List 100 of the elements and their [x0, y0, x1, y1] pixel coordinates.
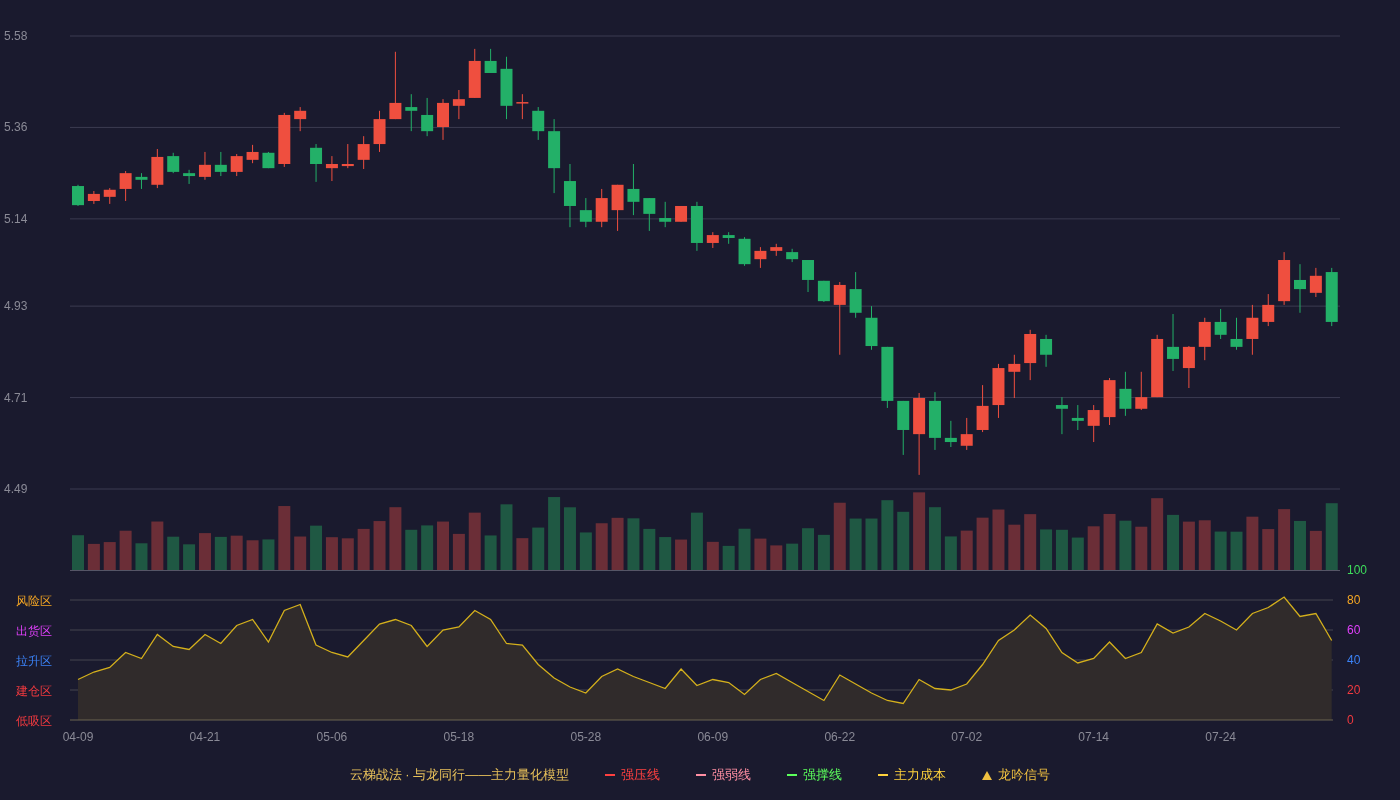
- axis-label: 4.71: [4, 390, 28, 405]
- volume-bar: [373, 521, 386, 570]
- axis-label: 4.49: [4, 482, 28, 496]
- legend-title: 云梯战法 · 与龙同行——主力量化模型: [349, 766, 570, 784]
- candlestick: [1294, 263, 1306, 314]
- axis-label: 06-22: [824, 730, 856, 744]
- candlestick: [738, 236, 751, 267]
- candlestick: [278, 112, 291, 168]
- candlestick: [1214, 308, 1227, 340]
- axis-label: 60: [1347, 623, 1361, 637]
- volume-bar: [135, 543, 148, 570]
- volume-bar: [579, 532, 592, 570]
- candlestick: [1325, 267, 1338, 327]
- candlestick: [1151, 334, 1164, 398]
- candlestick: [103, 187, 116, 205]
- volume-bar: [770, 545, 783, 570]
- volume-bar: [817, 534, 830, 570]
- volume-bar: [659, 537, 672, 570]
- candlestick: [198, 151, 211, 181]
- candlestick: [1119, 371, 1132, 417]
- volume-bar: [1182, 521, 1195, 570]
- zone-label: 建仓区: [16, 684, 52, 698]
- zone-label: 出货区: [16, 624, 52, 638]
- volume-bar: [230, 535, 243, 570]
- candlestick: [405, 93, 418, 132]
- zone-label: 拉升区: [16, 654, 52, 668]
- candlestick: [1135, 371, 1148, 411]
- volume-bar: [294, 536, 307, 570]
- candlestick: [1198, 317, 1211, 361]
- volume-bar: [738, 528, 751, 570]
- candlestick: [849, 271, 862, 319]
- candlestick: [230, 153, 243, 177]
- volume-bar: [484, 535, 497, 570]
- candlestick: [579, 197, 592, 228]
- volume-bar: [849, 518, 862, 570]
- volume-bar: [1198, 520, 1211, 570]
- candlestick: [1055, 396, 1068, 435]
- candlestick: [389, 51, 402, 120]
- candlestick: [119, 170, 132, 202]
- volume-bar: [468, 512, 481, 570]
- volume-bar: [87, 543, 100, 570]
- volume-bar: [278, 506, 291, 570]
- candlestick: [373, 110, 386, 153]
- axis-label: 07-02: [951, 730, 983, 744]
- candlestick: [643, 197, 656, 232]
- volume-bar: [198, 533, 211, 570]
- candlestick: [897, 400, 910, 456]
- volume-bar: [405, 529, 418, 570]
- candlestick: [325, 155, 338, 182]
- volume-bar: [563, 507, 576, 570]
- volume-bar: [167, 536, 180, 570]
- volume-bar: [802, 528, 814, 570]
- candlestick: [357, 135, 370, 170]
- volume-bar: [960, 530, 973, 570]
- candlestick: [87, 190, 100, 205]
- volume-bar: [1151, 498, 1164, 570]
- candlestick: [817, 280, 830, 303]
- volume-bar: [1278, 509, 1291, 570]
- volume-bar: [722, 545, 735, 570]
- candlestick: [452, 89, 465, 120]
- candlestick: [468, 48, 481, 99]
- volume-bar: [976, 517, 989, 570]
- candlestick: [183, 169, 196, 185]
- candlestick: [960, 417, 973, 451]
- volume-bar: [706, 541, 719, 570]
- legend-label: 强撑线: [803, 766, 843, 784]
- candlestick: [1278, 251, 1291, 306]
- axis-label: 5.58: [4, 29, 28, 43]
- candlestick: [1262, 293, 1275, 327]
- volume-bar: [452, 533, 465, 570]
- candlestick: [865, 305, 878, 351]
- candlestick: [802, 259, 814, 293]
- volume-bar: [1040, 529, 1053, 570]
- volume-bar: [310, 525, 323, 570]
- axis-label: 05-28: [570, 730, 602, 744]
- candlestick: [1103, 377, 1116, 426]
- volume-bar: [341, 538, 354, 570]
- candlestick: [262, 151, 275, 169]
- candlestick: [595, 188, 608, 228]
- volume-bar: [611, 517, 624, 570]
- axis-label: 04-21: [189, 730, 221, 744]
- volume-bar: [1214, 531, 1227, 570]
- volume-bar: [690, 512, 703, 570]
- volume-bar: [643, 528, 656, 570]
- volume-bar: [1119, 520, 1132, 570]
- legend-label: 强弱线: [712, 766, 752, 784]
- volume-bar: [675, 539, 688, 570]
- axis-label: 40: [1347, 653, 1361, 667]
- candlestick: [944, 420, 957, 448]
- candlestick: [1182, 345, 1195, 389]
- candlestick: [151, 148, 164, 189]
- axis-label: 0: [1347, 713, 1354, 727]
- volume-bar: [151, 521, 164, 570]
- volume-bar: [881, 500, 894, 570]
- volume-bar: [627, 518, 640, 570]
- candlestick: [627, 163, 640, 216]
- legend-label: 龙吟信号: [998, 766, 1051, 784]
- volume-bar: [246, 540, 259, 570]
- candlestick: [437, 98, 449, 141]
- candlestick: [929, 391, 941, 451]
